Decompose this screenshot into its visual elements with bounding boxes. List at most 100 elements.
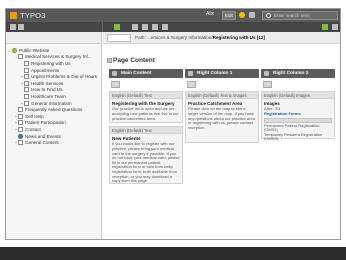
tree-item[interactable]: - Medical Services & Surgery Inf... xyxy=(6,54,101,61)
column-label: Right Column 2 xyxy=(273,71,309,76)
page-icon xyxy=(18,113,23,119)
content-element-header: English (Default) Images xyxy=(262,92,334,99)
tree-item[interactable]: Frequently Asked Questions xyxy=(6,106,101,113)
registration-forms-link[interactable]: Registration Forms xyxy=(262,111,334,117)
tree-refresh-icon[interactable] xyxy=(18,24,24,30)
tree-item[interactable]: + Health Services xyxy=(6,80,101,87)
content-element-body: Please click on the map to see a larger … xyxy=(188,106,255,130)
page-tree: - Public Website - Medical Services & Surge… xyxy=(6,44,101,146)
tree-item-label: Health Services xyxy=(31,80,64,86)
filter-icon[interactable] xyxy=(10,24,16,30)
new-content-button[interactable] xyxy=(111,81,120,88)
search-input[interactable]: Enter search term xyxy=(262,11,338,20)
collapse-icon[interactable] xyxy=(112,71,117,76)
page-icon xyxy=(18,107,23,113)
tree-toolbar xyxy=(6,32,101,44)
tree-item[interactable]: - Public Website xyxy=(6,47,101,54)
content-element[interactable]: English (Default) Text New Patients If y… xyxy=(109,126,183,184)
tree-item-label: Frequently Asked Questions xyxy=(25,107,83,113)
typo3-backend-window: TYPO3 Alix Edit Enter search term - Publ… xyxy=(5,8,341,240)
tree-item-label: Registering with Us xyxy=(31,60,71,66)
edit-page-icon[interactable] xyxy=(142,24,148,30)
tree-item[interactable]: News and Events xyxy=(6,133,101,140)
tree-item[interactable]: How to Find Us xyxy=(6,87,101,94)
content-element-header: English (Default) Text & Images xyxy=(186,92,258,99)
star-icon[interactable] xyxy=(239,12,245,18)
content-element[interactable]: English (Default) Text & Images Practice… xyxy=(185,91,259,143)
tree-item-label: General Content xyxy=(25,140,59,146)
page-icon xyxy=(24,87,29,93)
new-content-button[interactable] xyxy=(263,81,272,88)
content-element-header: English (Default) Text xyxy=(110,92,182,99)
page-icon xyxy=(24,80,29,86)
column-header-right-2: Right Column 2 xyxy=(261,69,335,78)
new-record-icon[interactable] xyxy=(152,24,158,30)
new-content-button[interactable] xyxy=(187,81,196,88)
tree-item-label: News and Events xyxy=(25,133,61,139)
reload-icon[interactable] xyxy=(332,24,338,30)
language-path-bar: Path: ...ervices & Surgery Information/R… xyxy=(103,32,340,44)
image-thumbnail xyxy=(264,117,332,123)
taskbar xyxy=(0,247,346,260)
tree-item[interactable]: + General Content xyxy=(6,139,101,146)
admin-badge[interactable]: Edit xyxy=(222,11,236,20)
content-element-header: English (Default) Text xyxy=(110,127,182,134)
collapse-icon[interactable] xyxy=(188,71,193,76)
search-placeholder: Enter search term xyxy=(274,13,310,18)
typo3-logo[interactable]: TYPO3 xyxy=(6,9,46,22)
tree-item[interactable]: Registering with Us xyxy=(6,60,101,67)
content-element[interactable]: English (Default) Text Registering with … xyxy=(109,91,183,123)
folder-icon xyxy=(18,140,23,146)
column-header-right-1: Right Column 1 xyxy=(185,69,259,78)
page-icon xyxy=(18,126,23,132)
view-page-icon[interactable] xyxy=(114,24,120,30)
tree-item[interactable]: + Self Help xyxy=(6,113,101,120)
tree-item-label: Appointments xyxy=(31,67,60,73)
help-icon[interactable] xyxy=(249,12,255,18)
page-backdrop: TYPO3 Alix Edit Enter search term - Publ… xyxy=(0,0,346,260)
page-title: Page Content xyxy=(113,57,155,64)
globe-icon xyxy=(12,47,17,53)
tree-item-label: Medical Services & Surgery Inf... xyxy=(25,54,92,60)
history-icon[interactable] xyxy=(132,24,138,30)
content-element[interactable]: English (Default) Images Images After: 3… xyxy=(261,91,335,142)
page-content-icon xyxy=(107,58,112,63)
tree-item-label: Urgent Problems & Out of Hours xyxy=(31,74,98,80)
user-menu[interactable]: Alix xyxy=(206,11,214,17)
language-select[interactable] xyxy=(107,34,131,42)
tree-item-label: How to Find Us xyxy=(31,87,63,93)
tree-item[interactable]: + General Information xyxy=(6,100,101,107)
news-icon xyxy=(18,133,23,139)
path-text: ...ervices & Surgery Information/ xyxy=(147,35,213,40)
file-link[interactable]: Temporary Resident Registration (GMS3) xyxy=(262,132,334,142)
content-element-body: If you would like to register with our p… xyxy=(112,141,180,184)
tree-item-label: General Information xyxy=(31,100,72,106)
path-prefix: Path: xyxy=(135,35,146,40)
column-header-main: Main Content xyxy=(109,69,183,78)
shortcut-icon[interactable] xyxy=(322,24,328,30)
move-page-icon[interactable] xyxy=(162,24,168,30)
tree-item-label: Self Help xyxy=(25,113,44,119)
tree-item[interactable]: + Contact xyxy=(6,126,101,133)
tree-item[interactable]: + Urgent Problems & Out of Hours xyxy=(6,73,101,80)
page-icon xyxy=(18,54,23,60)
page-tree-panel: - Public Website - Medical Services & Surge… xyxy=(6,32,102,239)
tree-item[interactable]: Healthcare Team xyxy=(6,93,101,100)
tree-item-label: Public Website xyxy=(19,47,50,53)
tree-item[interactable]: Appointments xyxy=(6,67,101,74)
page-icon xyxy=(24,74,29,80)
top-toolbar: TYPO3 Alix Edit Enter search term xyxy=(6,9,340,22)
logo-text: TYPO3 xyxy=(20,11,46,20)
collapse-icon[interactable] xyxy=(264,71,269,76)
column-label: Right Column 1 xyxy=(197,71,233,76)
tree-item-label: Healthcare Team xyxy=(31,93,66,99)
page-icon xyxy=(24,67,29,73)
page-icon xyxy=(24,100,29,106)
breadcrumb: Path: ...ervices & Surgery Information/R… xyxy=(135,35,265,40)
page-icon xyxy=(24,93,29,99)
header-divider xyxy=(102,22,103,32)
path-current: Registering with Us [12] xyxy=(212,35,265,40)
module-header-bar xyxy=(6,22,340,32)
search-icon xyxy=(266,13,271,18)
tree-item[interactable]: + Patient Participation xyxy=(6,120,101,127)
